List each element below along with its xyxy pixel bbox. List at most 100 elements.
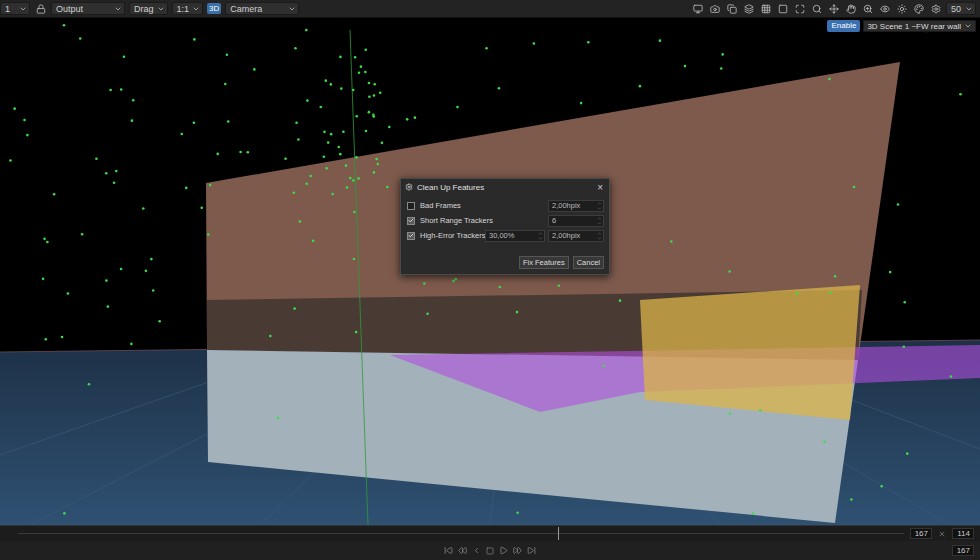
toolbar-dropdown[interactable]: Camera — [225, 2, 299, 15]
track-point[interactable] — [53, 193, 56, 196]
track-point[interactable] — [107, 305, 110, 308]
viewer-tool-button[interactable] — [929, 2, 942, 15]
end-frame-field[interactable]: 167 — [910, 528, 932, 539]
dialog-button[interactable]: Fix Features — [519, 256, 569, 269]
track-point[interactable] — [152, 289, 155, 292]
timeline-track[interactable] — [18, 526, 904, 541]
track-point[interactable] — [325, 167, 328, 170]
track-point[interactable] — [558, 284, 561, 287]
track-point[interactable] — [306, 99, 309, 102]
track-point[interactable] — [325, 79, 328, 82]
track-point[interactable] — [132, 99, 135, 102]
viewer-tool-button[interactable] — [725, 2, 738, 15]
track-point[interactable] — [823, 441, 826, 444]
track-point[interactable] — [105, 279, 108, 282]
track-point[interactable] — [43, 238, 46, 241]
zoom-dropdown[interactable]: 50 — [946, 2, 976, 15]
track-point[interactable] — [227, 120, 230, 123]
track-point[interactable] — [373, 171, 376, 174]
track-point[interactable] — [485, 47, 488, 50]
track-point[interactable] — [452, 280, 455, 283]
frame-field[interactable]: 167 — [952, 545, 974, 556]
track-point[interactable] — [26, 134, 29, 137]
track-point[interactable] — [381, 142, 384, 145]
track-point[interactable] — [853, 186, 856, 189]
track-point[interactable] — [209, 184, 212, 187]
track-point[interactable] — [829, 291, 832, 294]
track-point[interactable] — [850, 498, 853, 501]
mode-badge[interactable]: 3D — [207, 3, 221, 14]
track-point[interactable] — [455, 278, 458, 281]
track-point[interactable] — [337, 146, 340, 149]
toolbar-dropdown[interactable]: Output — [51, 2, 125, 15]
track-point[interactable] — [63, 512, 66, 515]
track-point[interactable] — [120, 268, 123, 271]
viewer-tool-button[interactable] — [793, 2, 806, 15]
track-point[interactable] — [309, 175, 312, 178]
option-checkbox[interactable] — [407, 217, 415, 225]
view-dropdown[interactable]: 1 — [0, 2, 30, 15]
track-point[interactable] — [216, 153, 219, 156]
track-point[interactable] — [357, 177, 360, 180]
enable-button[interactable]: Enable — [827, 20, 860, 32]
spinner[interactable] — [597, 201, 602, 211]
track-point[interactable] — [253, 68, 256, 71]
track-point[interactable] — [365, 130, 368, 133]
track-point[interactable] — [720, 67, 723, 70]
track-point[interactable] — [95, 157, 98, 160]
track-point[interactable] — [312, 240, 315, 243]
track-point[interactable] — [906, 452, 909, 455]
track-point[interactable] — [247, 151, 250, 154]
track-point[interactable] — [880, 485, 883, 488]
track-point[interactable] — [105, 172, 108, 175]
track-point[interactable] — [377, 163, 380, 166]
track-point[interactable] — [339, 153, 342, 156]
track-point[interactable] — [109, 89, 112, 92]
viewer-tool-button[interactable] — [895, 2, 908, 15]
track-point[interactable] — [372, 115, 375, 118]
option-checkbox[interactable] — [407, 232, 415, 240]
option-checkbox[interactable] — [407, 202, 415, 210]
track-point[interactable] — [352, 179, 355, 182]
track-point[interactable] — [352, 89, 355, 92]
scene-dropdown[interactable]: 3D Scene 1 ~FW rear wall — [863, 20, 976, 32]
track-point[interactable] — [426, 312, 429, 315]
lock-button[interactable] — [34, 2, 47, 15]
track-point[interactable] — [388, 126, 391, 129]
value-field[interactable]: 30,00% — [485, 230, 545, 242]
track-point[interactable] — [414, 116, 417, 119]
track-point[interactable] — [897, 203, 900, 206]
track-point[interactable] — [355, 331, 358, 334]
track-point[interactable] — [330, 133, 333, 136]
track-point[interactable] — [342, 131, 345, 134]
track-point[interactable] — [340, 87, 343, 90]
track-point[interactable] — [406, 118, 409, 121]
viewer-tool-button[interactable] — [844, 2, 857, 15]
track-point[interactable] — [498, 286, 501, 289]
spinner[interactable] — [597, 231, 602, 241]
spinner[interactable] — [538, 231, 543, 241]
viewer-tool-button[interactable] — [861, 2, 874, 15]
track-point[interactable] — [207, 233, 210, 236]
track-point[interactable] — [834, 275, 837, 278]
current-frame-field[interactable]: 114 — [952, 528, 974, 539]
viewer-tool-button[interactable] — [708, 2, 721, 15]
track-point[interactable] — [759, 409, 762, 412]
track-point[interactable] — [587, 41, 590, 44]
track-point[interactable] — [354, 56, 357, 59]
track-point[interactable] — [319, 106, 322, 109]
track-point[interactable] — [13, 107, 16, 110]
track-point[interactable] — [88, 383, 91, 386]
track-point[interactable] — [346, 186, 349, 189]
track-point[interactable] — [294, 47, 297, 50]
track-point[interactable] — [120, 88, 123, 91]
track-point[interactable] — [331, 193, 334, 196]
track-point[interactable] — [23, 119, 26, 122]
track-point[interactable] — [379, 91, 382, 94]
track-point[interactable] — [299, 220, 302, 223]
track-point[interactable] — [297, 138, 300, 141]
stop-icon[interactable] — [486, 547, 494, 555]
track-point[interactable] — [67, 292, 70, 295]
track-point[interactable] — [113, 181, 116, 184]
track-point[interactable] — [358, 71, 361, 74]
